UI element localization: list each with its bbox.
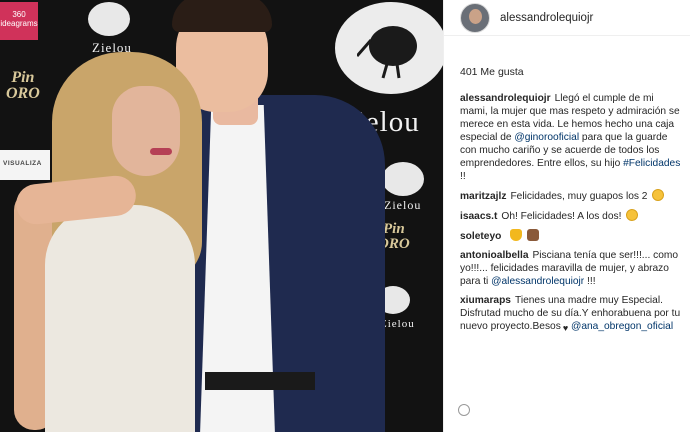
post-photo[interactable]: 360 ideagrams Zielou Zielou Pin ORO Pin … bbox=[0, 0, 443, 432]
cake-icon bbox=[527, 229, 540, 241]
comment-author[interactable]: maritzajlz bbox=[460, 191, 506, 202]
kiwi-logo-icon bbox=[88, 2, 130, 36]
kiwi-logo-icon bbox=[382, 162, 424, 196]
visualiza-logo: VISUALIZA bbox=[0, 150, 50, 180]
list-item: soleteyo bbox=[460, 229, 682, 243]
man-belt bbox=[205, 372, 315, 390]
pinoro-logo: Pin ORO bbox=[6, 70, 40, 102]
woman-lips bbox=[150, 148, 172, 155]
man-hair bbox=[172, 0, 272, 32]
smiling-face-icon bbox=[626, 209, 639, 221]
zielou-logo-text: Zielou bbox=[384, 198, 422, 212]
likes-count[interactable]: 401 Me gusta bbox=[460, 66, 524, 78]
list-item: antonioalbella Pisciana tenía que ser!!!.… bbox=[460, 249, 682, 288]
caption-author[interactable]: alessandrolequiojr bbox=[460, 93, 551, 104]
comment-text: Felicidades, muy guapos los 2 bbox=[510, 191, 648, 202]
pinoro-logo-bottom: ORO bbox=[6, 85, 40, 102]
comment-author[interactable]: soleteyo bbox=[460, 231, 501, 242]
woman-dress bbox=[45, 205, 195, 432]
post-side-panel: alessandrolequiojr 401 Me gusta alessand… bbox=[443, 0, 690, 432]
badge-360-logo: 360 ideagrams bbox=[0, 2, 38, 40]
hashtag-link[interactable]: #Felicidades bbox=[623, 158, 680, 169]
trophy-icon bbox=[510, 229, 523, 241]
post-username[interactable]: alessandrolequiojr bbox=[500, 12, 593, 24]
comment-text: Oh! Felicidades! A los dos! bbox=[501, 211, 622, 222]
pinoro-logo-top: Pin bbox=[11, 69, 35, 86]
black-heart-icon: ♥ bbox=[562, 323, 569, 333]
more-comments-icon[interactable] bbox=[458, 404, 470, 416]
smiling-face-icon bbox=[652, 189, 665, 201]
comment-author[interactable]: xiumaraps bbox=[460, 295, 511, 306]
list-item: maritzajlz Felicidades, muy guapos los 2 bbox=[460, 189, 682, 203]
mention-link[interactable]: @ginorooficial bbox=[514, 132, 579, 143]
comments-list: alessandrolequiojr Llegó el cumple de mi … bbox=[460, 92, 682, 341]
mention-link[interactable]: @alessandrolequiojr bbox=[491, 276, 584, 287]
zielou-logo-text: Zielou bbox=[380, 318, 415, 330]
kiwi-logo-icon bbox=[335, 2, 443, 94]
caption: alessandrolequiojr Llegó el cumple de mi … bbox=[460, 92, 682, 183]
mention-link[interactable]: @ana_obregon_oficial bbox=[571, 321, 673, 332]
caption-text: !! bbox=[460, 171, 466, 182]
post-header: alessandrolequiojr bbox=[444, 0, 690, 36]
list-item: xiumaraps Tienes una madre muy Especial. … bbox=[460, 294, 682, 335]
comment-author[interactable]: antonioalbella bbox=[460, 250, 529, 261]
comment-author[interactable]: isaacs.t bbox=[460, 211, 497, 222]
avatar[interactable] bbox=[460, 2, 490, 33]
woman-face bbox=[112, 86, 180, 176]
list-item: isaacs.t Oh! Felicidades! A los dos! bbox=[460, 209, 682, 223]
comment-text: !!! bbox=[584, 276, 596, 287]
